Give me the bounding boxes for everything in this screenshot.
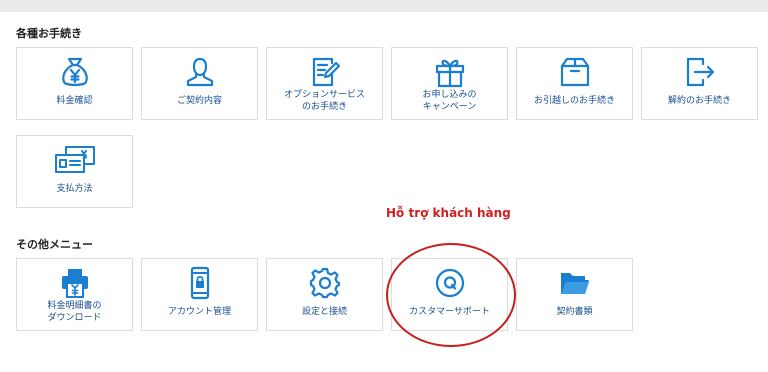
- exit-icon: [642, 54, 757, 90]
- tile-label-line: カスタマーサポート: [409, 306, 490, 317]
- tile-cancellation[interactable]: 解約のお手続き: [641, 47, 758, 120]
- tile-label-line: アカウント管理: [167, 306, 231, 317]
- support-q-icon: [392, 265, 507, 301]
- tile-label-line: ダウンロード: [47, 312, 102, 323]
- tile-label-line: 料金確認: [56, 95, 93, 106]
- printer-icon: [17, 265, 132, 301]
- tile-label-line: のお手続き: [301, 101, 347, 112]
- tile-label-line: 契約書類: [556, 306, 593, 317]
- section-title-procedures: 各種お手続き: [16, 27, 82, 40]
- tile-label-line: 支払方法: [56, 183, 93, 194]
- tile-label-line: お申し込みの: [422, 89, 477, 100]
- section-title-other: その他メニュー: [16, 238, 93, 251]
- tile-campaign[interactable]: お申し込みの キャンペーン: [391, 47, 508, 120]
- tile-statement-download[interactable]: 料金明細書の ダウンロード: [16, 258, 133, 331]
- tile-fee-check[interactable]: 料金確認: [16, 47, 133, 120]
- payment-cards-icon: [17, 142, 132, 178]
- moving-box-icon: [517, 54, 632, 90]
- gift-icon: [392, 54, 507, 90]
- edit-document-icon: [267, 54, 382, 90]
- tile-label-line: キャンペーン: [422, 101, 477, 112]
- top-bar: [0, 0, 768, 12]
- tile-contract-documents[interactable]: 契約書類: [516, 258, 633, 331]
- tile-payment-method[interactable]: 支払方法: [16, 135, 133, 208]
- tile-label-line: 設定と接続: [301, 306, 347, 317]
- tile-label-line: お引越しのお手続き: [533, 95, 615, 106]
- tile-label-line: 料金明細書の: [47, 300, 102, 311]
- tile-label-line: オプションサービス: [283, 89, 365, 100]
- tile-option-services[interactable]: オプションサービス のお手続き: [266, 47, 383, 120]
- tile-contract-details[interactable]: ご契約内容: [141, 47, 258, 120]
- gear-icon: [267, 265, 382, 301]
- annotation-label: Hỗ trợ khách hàng: [386, 206, 511, 220]
- smartphone-lock-icon: [142, 265, 257, 301]
- money-bag-icon: [17, 54, 132, 90]
- tile-customer-support[interactable]: カスタマーサポート: [391, 258, 508, 331]
- tile-label-line: ご契約内容: [176, 95, 222, 106]
- folder-icon: [517, 265, 632, 301]
- tile-moving[interactable]: お引越しのお手続き: [516, 47, 633, 120]
- tile-label-line: 解約のお手続き: [667, 95, 731, 106]
- user-icon: [142, 54, 257, 90]
- tile-account-management[interactable]: アカウント管理: [141, 258, 258, 331]
- tile-settings-connection[interactable]: 設定と接続: [266, 258, 383, 331]
